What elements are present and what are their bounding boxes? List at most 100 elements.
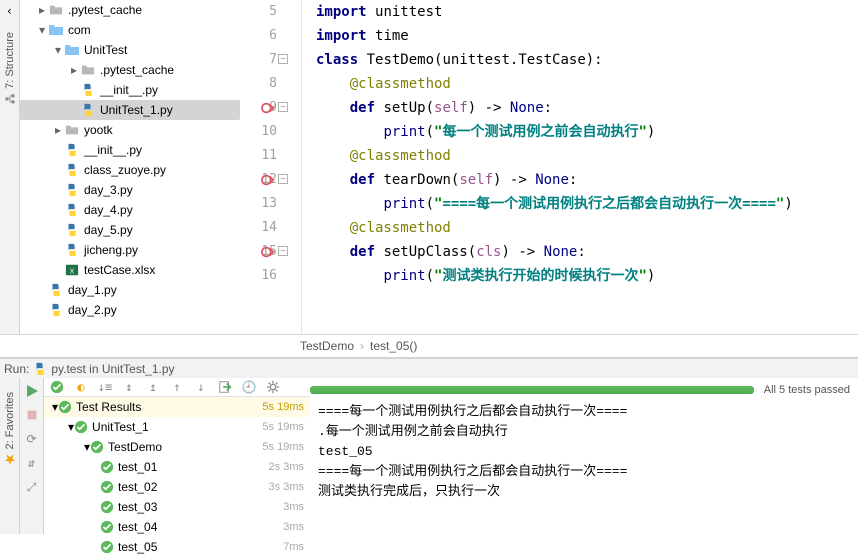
code-line[interactable]: def tearDown(self) -> None: — [316, 168, 858, 192]
test-node[interactable]: test_033ms — [44, 497, 310, 517]
test-node-label: test_02 — [118, 480, 157, 494]
tree-arrow-icon[interactable]: ▸ — [68, 60, 80, 80]
code-line[interactable]: import unittest — [316, 0, 858, 24]
test-node-label: test_05 — [118, 540, 157, 554]
breadcrumb-item[interactable]: test_05() — [370, 339, 417, 353]
project-tree[interactable]: ▸.pytest_cache▾com▾UnitTest▸.pytest_cach… — [20, 0, 240, 334]
sort-icon[interactable]: ↓≡ — [96, 378, 114, 396]
test-node[interactable]: test_05 7ms — [44, 537, 310, 557]
code-line[interactable]: print("测试类执行开始的时候执行一次") — [316, 264, 858, 288]
tree-item[interactable]: ▾ UnitTest — [20, 40, 240, 60]
code-line[interactable]: def setUpClass(cls) -> None: — [316, 240, 858, 264]
test-results-tree[interactable]: ▾Test Results5s 19ms▾UnitTest_15s 19ms▾T… — [44, 397, 310, 557]
pass-icon — [100, 540, 114, 554]
history-icon[interactable]: 🕘 — [240, 378, 258, 396]
console-line: 测试类执行完成后，只执行一次 — [318, 482, 850, 502]
test-node[interactable]: test_02 3s 3ms — [44, 477, 310, 497]
folder-icon — [64, 122, 80, 138]
test-duration: 5s 19ms — [262, 441, 310, 453]
run-test-icon[interactable] — [261, 244, 275, 258]
run-button[interactable] — [23, 382, 41, 400]
tree-item[interactable]: __init__.py — [20, 140, 240, 160]
gear-icon[interactable] — [264, 378, 282, 396]
tree-item-label: testCase.xlsx — [84, 260, 155, 280]
code-editor[interactable]: 567−89−101112−131415−16 import unittesti… — [240, 0, 858, 334]
show-passed-icon[interactable] — [48, 378, 66, 396]
code-line[interactable]: @classmethod — [316, 144, 858, 168]
code-line[interactable]: import time — [316, 24, 858, 48]
code-line[interactable]: class TestDemo(unittest.TestCase): — [316, 48, 858, 72]
toggle-icon[interactable]: ⇵ — [23, 454, 41, 472]
test-progress-bar — [310, 386, 754, 394]
fold-icon[interactable]: − — [278, 246, 288, 256]
test-toolbar: ◐ ↓≡ ↕ ↥ ↑ ↓ 🕘 — [44, 378, 310, 397]
structure-tab[interactable]: 7: Structure — [4, 32, 16, 105]
tree-item[interactable]: day_4.py — [20, 200, 240, 220]
test-node[interactable]: ▾TestDemo5s 19ms — [44, 437, 310, 457]
run-test-icon[interactable] — [261, 172, 275, 186]
tree-item-label: UnitTest — [84, 40, 127, 60]
expand-icon[interactable]: ↕ — [120, 378, 138, 396]
fold-icon[interactable]: − — [278, 102, 288, 112]
test-duration: 3ms — [283, 521, 310, 533]
tree-item[interactable]: testCase.xlsx — [20, 260, 240, 280]
py-icon — [64, 142, 80, 158]
tree-item[interactable]: day_3.py — [20, 180, 240, 200]
fold-icon[interactable]: − — [278, 54, 288, 64]
test-node[interactable]: test_043ms — [44, 517, 310, 537]
next-icon[interactable]: ↓ — [192, 378, 210, 396]
tree-item-label: class_zuoye.py — [84, 160, 166, 180]
test-node-label: UnitTest_1 — [92, 420, 149, 434]
tree-item-label: .pytest_cache — [100, 60, 174, 80]
test-duration: 3s 3ms — [269, 481, 310, 493]
run-toolbar-vertical: ⟳ ⇵ ⤢ — [20, 378, 44, 534]
export-icon[interactable] — [216, 378, 234, 396]
test-duration: 7ms — [283, 541, 310, 553]
prev-icon[interactable]: ↑ — [168, 378, 186, 396]
test-console[interactable]: ====每一个测试用例执行之后都会自动执行一次====.每一个测试用例之前会自动… — [310, 402, 858, 534]
tree-item[interactable]: day_2.py — [20, 300, 240, 320]
tree-item[interactable]: ▸ yootk — [20, 120, 240, 140]
show-ignored-icon[interactable]: ◐ — [72, 378, 90, 396]
console-line: ====每一个测试用例执行之后都会自动执行一次==== — [318, 402, 850, 422]
favorites-tab[interactable]: 2: Favorites — [4, 392, 16, 465]
code-line[interactable]: @classmethod — [316, 72, 858, 96]
code-line[interactable]: @classmethod — [316, 216, 858, 240]
tree-item[interactable]: day_5.py — [20, 220, 240, 240]
stop-button[interactable] — [23, 406, 41, 424]
fold-icon[interactable]: − — [278, 174, 288, 184]
code-line[interactable]: print("====每一个测试用例执行之后都会自动执行一次====") — [316, 192, 858, 216]
tree-arrow-icon[interactable]: ▸ — [36, 0, 48, 20]
folder-open-icon — [64, 42, 80, 58]
tree-item[interactable]: jicheng.py — [20, 240, 240, 260]
pass-icon — [100, 460, 114, 474]
collapse-icon[interactable]: ‹ — [3, 4, 17, 18]
breadcrumb-item[interactable]: TestDemo — [300, 339, 354, 353]
test-duration: 5s 19ms — [262, 401, 310, 413]
tree-item-label: UnitTest_1.py — [100, 100, 173, 120]
code-line[interactable]: print("每一个测试用例之前会自动执行") — [316, 120, 858, 144]
tree-arrow-icon[interactable]: ▾ — [52, 40, 64, 60]
pin-icon[interactable]: ⤢ — [23, 478, 41, 496]
py-icon — [64, 182, 80, 198]
xlsx-icon — [64, 262, 80, 278]
tree-arrow-icon[interactable]: ▸ — [52, 120, 64, 140]
run-tool-header[interactable]: Run: py.test in UnitTest_1.py — [0, 358, 858, 378]
test-node[interactable]: test_012s 3ms — [44, 457, 310, 477]
code-line[interactable]: def setUp(self) -> None: — [316, 96, 858, 120]
tree-item[interactable]: ▾com — [20, 20, 240, 40]
tree-item-label: yootk — [84, 120, 113, 140]
collapse-all-icon[interactable]: ↥ — [144, 378, 162, 396]
tree-item-label: jicheng.py — [84, 240, 138, 260]
test-node[interactable]: ▾UnitTest_15s 19ms — [44, 417, 310, 437]
run-test-icon[interactable] — [261, 100, 275, 114]
breadcrumb[interactable]: TestDemo › test_05() — [0, 334, 858, 358]
test-node-label: TestDemo — [108, 440, 162, 454]
python-icon — [33, 362, 47, 376]
tree-item-label: day_4.py — [84, 200, 133, 220]
tree-arrow-icon[interactable]: ▾ — [36, 20, 48, 40]
test-results-header[interactable]: ▾Test Results5s 19ms — [44, 397, 310, 417]
tree-item[interactable]: class_zuoye.py — [20, 160, 240, 180]
rerun-icon[interactable]: ⟳ — [23, 430, 41, 448]
tree-item[interactable]: day_1.py — [20, 280, 240, 300]
